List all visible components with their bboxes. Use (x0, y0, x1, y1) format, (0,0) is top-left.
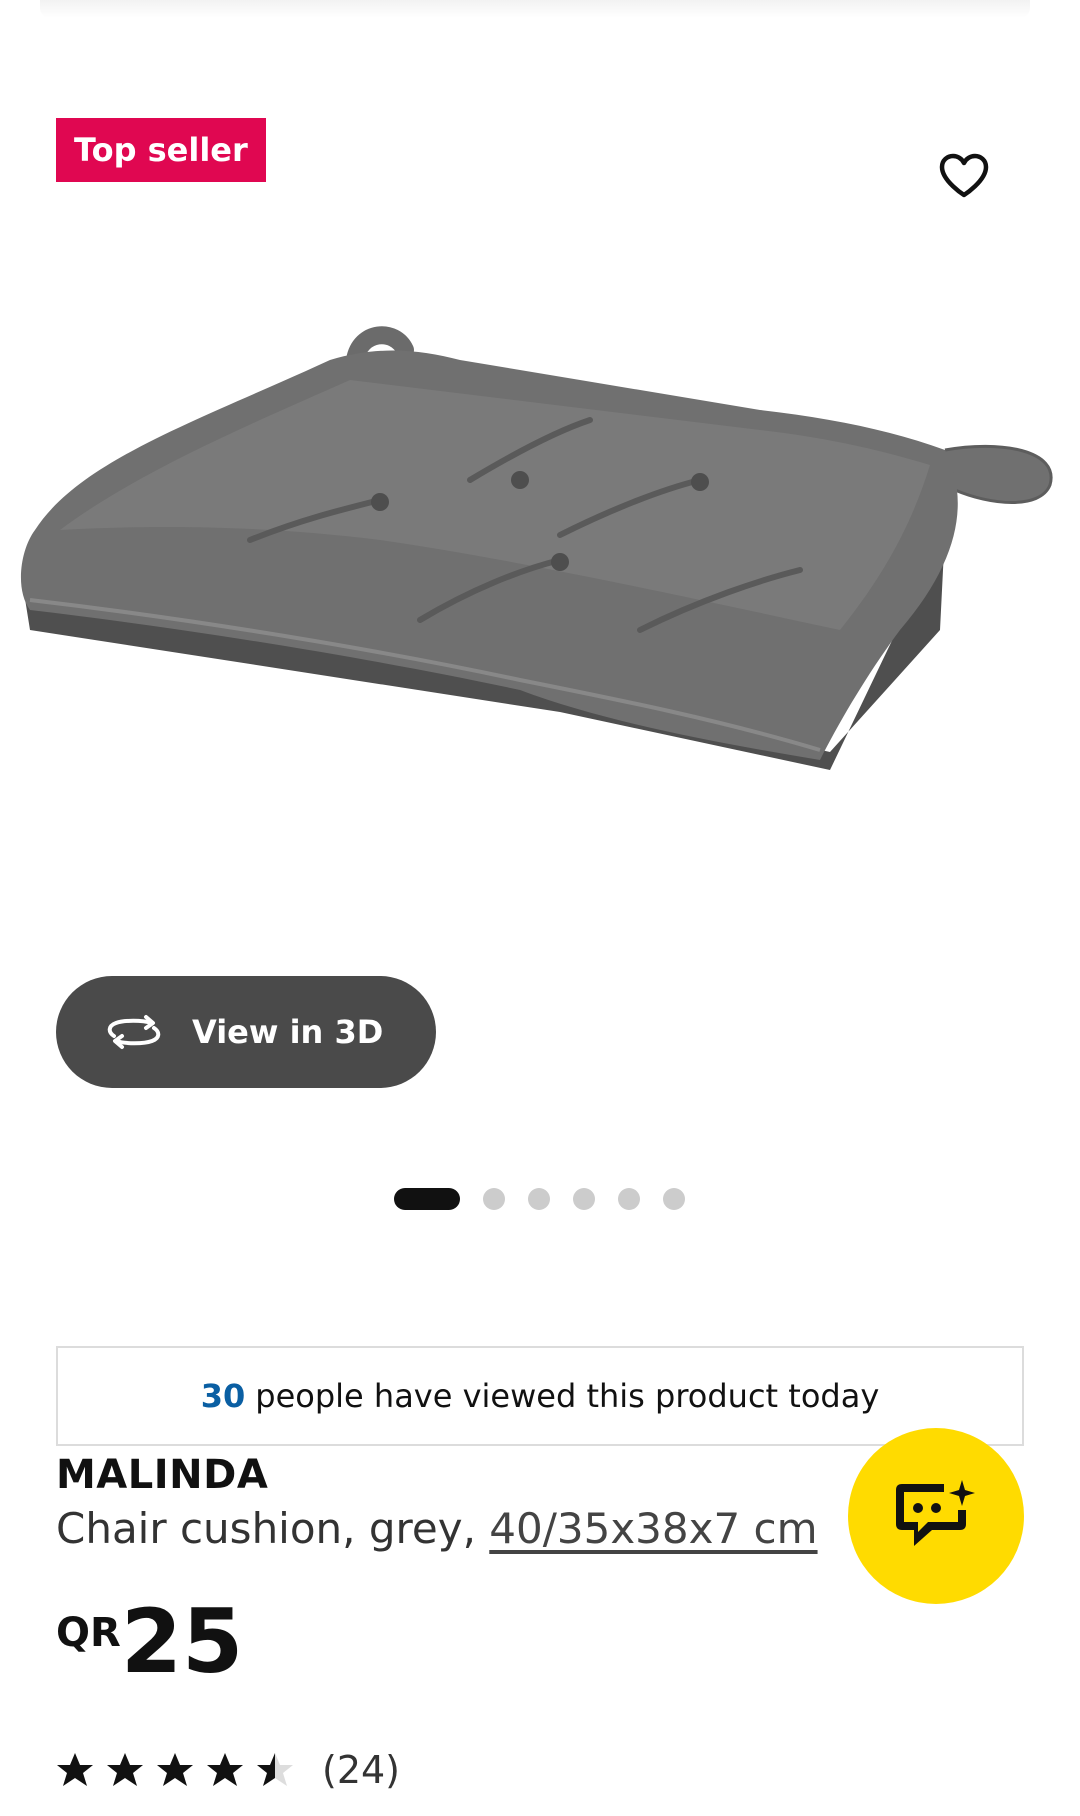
carousel-dot-5[interactable] (618, 1188, 640, 1210)
product-size-link[interactable]: 40/35x38x7 cm (489, 1504, 817, 1553)
price-currency: QR (56, 1610, 121, 1656)
rating-stars (56, 1751, 306, 1789)
carousel-pagination (394, 1188, 685, 1210)
carousel-dot-2[interactable] (483, 1188, 505, 1210)
carousel-dot-6[interactable] (663, 1188, 685, 1210)
price-amount: 25 (120, 1590, 244, 1693)
heart-outline-icon (939, 153, 989, 198)
chat-assistant-button[interactable] (848, 1428, 1024, 1604)
viewed-today-banner: 30 people have viewed this product today (56, 1346, 1024, 1446)
product-description-text: Chair cushion, grey, (56, 1504, 490, 1553)
product-description: Chair cushion, grey, 40/35x38x7 cm (56, 1504, 818, 1553)
view-in-3d-button[interactable]: View in 3D (56, 976, 436, 1088)
viewed-count: 30 (200, 1377, 246, 1415)
product-image[interactable] (0, 300, 1080, 900)
product-rating[interactable]: (24) (56, 1748, 400, 1792)
top-bar-shadow (40, 0, 1030, 18)
star-icon (207, 1753, 243, 1786)
carousel-dot-4[interactable] (573, 1188, 595, 1210)
carousel-dot-1[interactable] (394, 1188, 460, 1210)
top-seller-badge: Top seller (56, 118, 266, 182)
favourite-button[interactable] (934, 146, 994, 206)
product-name: MALINDA (56, 1452, 269, 1498)
rotate-3d-icon (104, 1014, 164, 1050)
star-icon (157, 1753, 193, 1786)
star-icon (57, 1753, 93, 1786)
carousel-dot-3[interactable] (528, 1188, 550, 1210)
viewed-text: people have viewed this product today (255, 1377, 880, 1415)
rating-count: (24) (322, 1748, 401, 1792)
grey-chair-cushion-image (20, 326, 1053, 770)
star-icon (107, 1753, 143, 1786)
product-price: QR 25 (56, 1596, 243, 1688)
chat-assistant-icon (896, 1480, 975, 1546)
star-icon (257, 1753, 293, 1786)
view-in-3d-label: View in 3D (192, 1013, 384, 1051)
